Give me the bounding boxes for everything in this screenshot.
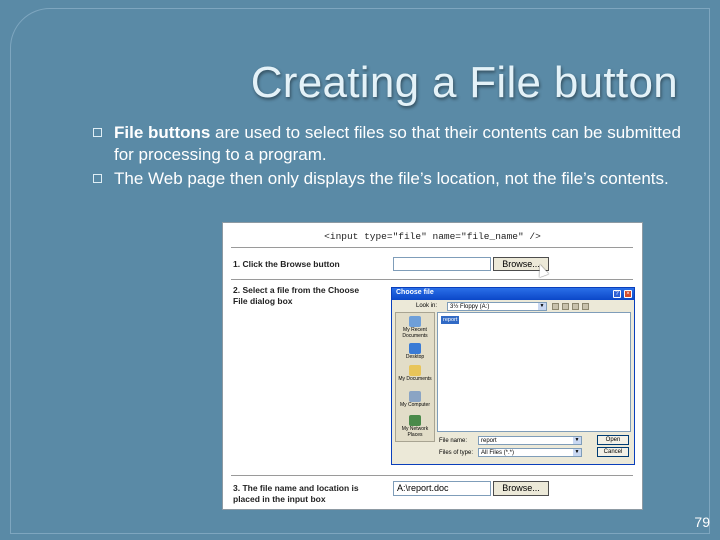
file-button-figure: <input type="file" name="file_name" /> 1… (222, 222, 643, 510)
look-in-label: Look in: (416, 303, 438, 309)
file-item-selected[interactable]: report (441, 316, 460, 324)
step-2-text-line1: 2. Select a file from the Choose (233, 285, 360, 295)
choose-file-dialog: Choose file ? × Look in: 3½ Floppy (A:) … (391, 287, 635, 465)
page-number: 79 (694, 514, 710, 530)
browse-button-step3[interactable]: Browse... (493, 481, 549, 496)
place-network[interactable]: My Network Places (396, 415, 434, 438)
desktop-icon (409, 343, 421, 354)
files-of-type-label: Files of type: (439, 450, 474, 456)
step-3-text-line2: placed in the input box (233, 494, 326, 504)
step-2-text-line2: File dialog box (233, 296, 293, 306)
figure-divider (231, 247, 633, 248)
chevron-down-icon: ▼ (573, 437, 581, 444)
place-label: My Computer (399, 402, 430, 408)
file-list[interactable]: report (437, 312, 631, 432)
bullet-item: The Web page then only displays the file… (90, 168, 700, 190)
back-icon[interactable] (552, 303, 559, 310)
look-in-value: 3½ Floppy (A:) (450, 304, 490, 310)
views-icon[interactable] (582, 303, 589, 310)
place-label: My Recent Documents (402, 327, 428, 339)
bullet-bold-text: File buttons (114, 123, 211, 142)
slide: Creating a File button File buttons are … (0, 0, 720, 540)
place-computer[interactable]: My Computer (396, 391, 434, 408)
slide-title: Creating a File button (250, 58, 678, 107)
place-desktop[interactable]: Desktop (396, 343, 434, 360)
bullet-square-icon (93, 174, 102, 183)
bullet-text: The Web page then only displays the file… (114, 169, 669, 188)
bullet-square-icon (93, 128, 102, 137)
new-folder-icon[interactable] (572, 303, 579, 310)
file-input-filled[interactable]: A:\report.doc (393, 481, 491, 496)
bullet-list: File buttons are used to select files so… (90, 122, 700, 192)
look-in-select[interactable]: 3½ Floppy (A:) ▼ (447, 302, 547, 311)
bullet-item: File buttons are used to select files so… (90, 122, 700, 166)
file-name-label: File name: (439, 438, 468, 444)
file-input-empty[interactable] (393, 257, 491, 271)
figure-divider (231, 475, 633, 476)
place-recent[interactable]: My Recent Documents (396, 316, 434, 339)
open-button[interactable]: Open (597, 435, 629, 445)
chevron-down-icon: ▼ (573, 449, 581, 456)
my-documents-icon (409, 365, 421, 376)
network-places-icon (409, 415, 421, 426)
up-folder-icon[interactable] (562, 303, 569, 310)
chevron-down-icon: ▼ (538, 303, 546, 310)
files-of-type-value: All Files (*.*) (481, 450, 515, 456)
figure-code-line: <input type="file" name="file_name" /> (324, 231, 541, 242)
step-1-text: 1. Click the Browse button (233, 259, 340, 269)
step-3-text-line1: 3. The file name and location is (233, 483, 359, 493)
file-input-value: A:\report.doc (397, 483, 449, 493)
places-bar: My Recent Documents Desktop My Documents… (395, 312, 435, 442)
file-name-field[interactable]: report ▼ (478, 436, 582, 445)
recent-documents-icon (409, 316, 421, 327)
figure-divider (231, 279, 633, 280)
place-label: My Documents (398, 376, 432, 382)
close-icon[interactable]: × (624, 290, 632, 298)
help-icon[interactable]: ? (613, 290, 621, 298)
files-of-type-select[interactable]: All Files (*.*) ▼ (478, 448, 582, 457)
dialog-title-bar: Choose file ? × (392, 288, 634, 300)
place-label: Desktop (405, 354, 425, 360)
dialog-title: Choose file (396, 289, 434, 296)
cancel-button[interactable]: Cancel (597, 447, 629, 457)
file-name-value: report (481, 438, 497, 444)
place-label: My Network Places (401, 426, 429, 438)
my-computer-icon (409, 391, 421, 402)
place-documents[interactable]: My Documents (396, 365, 434, 382)
